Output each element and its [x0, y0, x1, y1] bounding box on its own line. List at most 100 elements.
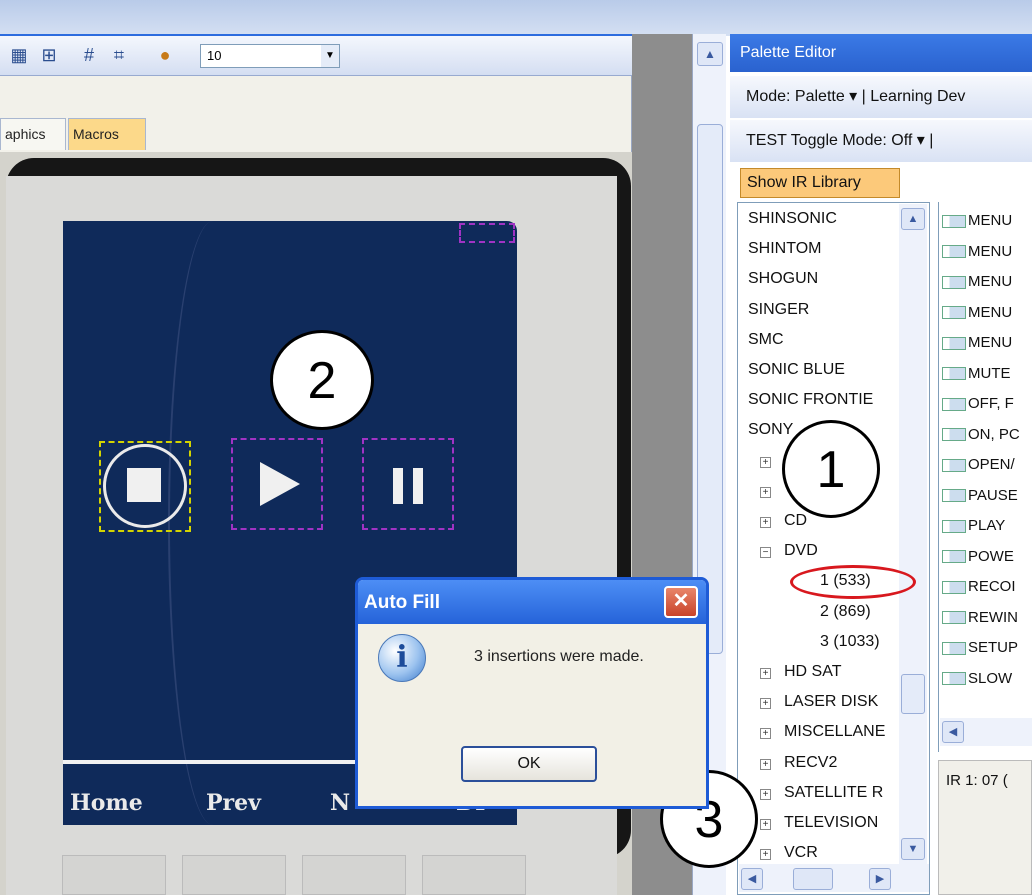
nav-home-label[interactable]: Home [70, 790, 143, 816]
desktop-top-strip [0, 0, 1032, 36]
tree-item[interactable]: SONIC BLUE [748, 361, 845, 379]
scroll-up-icon[interactable]: ▲ [901, 208, 925, 230]
command-label: POWE [968, 547, 1014, 565]
hard-button[interactable] [182, 855, 286, 895]
expand-icon[interactable]: + [760, 788, 771, 800]
tree-item[interactable]: SONIC FRONTIE [748, 391, 873, 409]
command-item[interactable]: PAUSE [942, 487, 1018, 504]
palette-mode-toolbar[interactable]: Mode: Palette ▾ | Learning Dev [730, 76, 1032, 118]
show-ir-library-button[interactable]: Show IR Library [740, 168, 900, 198]
selected-element-outline[interactable] [459, 223, 515, 243]
command-item[interactable]: POWE [942, 548, 1014, 565]
tree-item[interactable]: VCR [784, 844, 818, 862]
command-item[interactable]: SLOW [942, 670, 1012, 687]
ir-command-icon [942, 275, 966, 289]
expand-icon[interactable]: + [760, 728, 771, 740]
tree-horizontal-scrollbar[interactable]: ◀ ▶ [739, 864, 929, 892]
scroll-thumb[interactable] [793, 868, 833, 890]
scroll-left-icon[interactable]: ◀ [942, 721, 964, 743]
tree-item[interactable]: SHINSONIC [748, 210, 837, 228]
command-item[interactable]: REWIN [942, 609, 1018, 626]
hard-button[interactable] [302, 855, 406, 895]
expand-icon[interactable]: + [760, 849, 771, 861]
tree-item[interactable]: RECV2 [784, 754, 837, 772]
scroll-right-icon[interactable]: ▶ [869, 868, 891, 890]
palette-test-toolbar[interactable]: TEST Toggle Mode: Off ▾ | [730, 120, 1032, 162]
align-icon[interactable]: ⊞ [38, 44, 60, 66]
command-item[interactable]: RECOI [942, 578, 1016, 595]
expand-icon[interactable]: + [760, 698, 771, 710]
editor-tabs: aphics Macros [0, 118, 632, 152]
command-item[interactable]: OFF, F [942, 395, 1014, 412]
palette-icon[interactable]: ● [154, 44, 176, 66]
highlight-oval [790, 565, 916, 599]
tree-item[interactable]: MISCELLANE [784, 723, 885, 741]
command-item[interactable]: MENU [942, 304, 1012, 321]
ir-command-icon [942, 245, 966, 259]
scroll-left-icon[interactable]: ◀ [741, 868, 763, 890]
tree-item[interactable]: SMC [748, 331, 784, 349]
tree-item[interactable]: CD [784, 512, 807, 530]
ir-command-icon [942, 367, 966, 381]
dialog-close-button[interactable]: ✕ [664, 586, 698, 618]
expand-icon[interactable]: + [760, 517, 771, 528]
expand-icon[interactable]: + [760, 456, 771, 468]
ir-command-icon [942, 397, 966, 411]
tree-vertical-scrollbar[interactable]: ▲ ▼ [899, 204, 927, 864]
expand-icon[interactable]: + [760, 668, 771, 679]
tree-item[interactable]: 2 (869) [820, 603, 871, 621]
tree-item[interactable]: DVD [784, 542, 818, 560]
snap-grid-icon[interactable]: ⌗ [108, 44, 130, 66]
nav-prev-label[interactable]: Prev [206, 790, 261, 816]
expand-icon[interactable]: + [760, 819, 771, 830]
command-label: SETUP [968, 639, 1019, 656]
expand-icon[interactable]: + [760, 758, 771, 770]
pause-button[interactable] [362, 438, 454, 530]
tree-item[interactable]: TELEVISION [784, 814, 878, 832]
tab-macros[interactable]: Macros [68, 118, 146, 150]
grid-icon[interactable]: # [78, 44, 100, 66]
scroll-down-icon[interactable]: ▼ [901, 838, 925, 860]
scroll-thumb[interactable] [697, 124, 723, 654]
play-icon [260, 462, 300, 506]
command-item[interactable]: MENU [942, 334, 1012, 351]
ir-command-icon [942, 580, 966, 594]
command-item[interactable]: ON, PC [942, 426, 1020, 443]
tree-item[interactable]: SHINTOM [748, 240, 821, 258]
expand-icon[interactable]: + [760, 486, 771, 498]
command-item[interactable]: MENU [942, 273, 1012, 290]
command-label: PAUSE [968, 486, 1018, 504]
command-item[interactable]: OPEN/ [942, 456, 1015, 473]
ir-command-icon [942, 458, 966, 472]
tree-item[interactable]: LASER DISK [784, 693, 878, 711]
grid-snap-icon[interactable]: ▦ [8, 44, 30, 66]
command-label: OPEN/ [968, 456, 1015, 473]
command-item[interactable]: MUTE [942, 365, 1011, 382]
tree-item[interactable]: HD SAT [784, 663, 841, 681]
tree-item[interactable]: SATELLITE R [784, 784, 883, 802]
command-item[interactable]: MENU [942, 212, 1012, 229]
scroll-thumb[interactable] [901, 674, 925, 714]
command-label: MENU [968, 303, 1013, 321]
chevron-down-icon[interactable]: ▼ [321, 45, 339, 67]
grid-size-select[interactable]: 10 ▼ [200, 44, 340, 68]
tree-item[interactable]: SONY [748, 421, 793, 439]
command-item[interactable]: MENU [942, 243, 1012, 260]
tree-item[interactable]: 3 (1033) [820, 633, 880, 651]
callout-1: 1 [782, 420, 880, 518]
hard-button[interactable] [62, 855, 166, 895]
nav-next-label[interactable]: N [330, 790, 350, 816]
scroll-up-icon[interactable]: ▲ [697, 42, 723, 66]
command-item[interactable]: SETUP [942, 639, 1018, 656]
dialog-message: 3 insertions were made. [474, 648, 644, 665]
collapse-icon[interactable]: − [760, 547, 771, 559]
ir-command-icon [942, 550, 966, 564]
tab-graphics[interactable]: aphics [0, 118, 66, 150]
command-label: MUTE [968, 364, 1011, 382]
ok-button[interactable]: OK [461, 746, 597, 782]
tree-item[interactable]: SHOGUN [748, 270, 818, 288]
command-horizontal-scrollbar[interactable]: ◀ [940, 718, 1032, 746]
hard-button[interactable] [422, 855, 526, 895]
tree-item[interactable]: SINGER [748, 301, 809, 319]
command-item[interactable]: PLAY [942, 517, 1005, 534]
